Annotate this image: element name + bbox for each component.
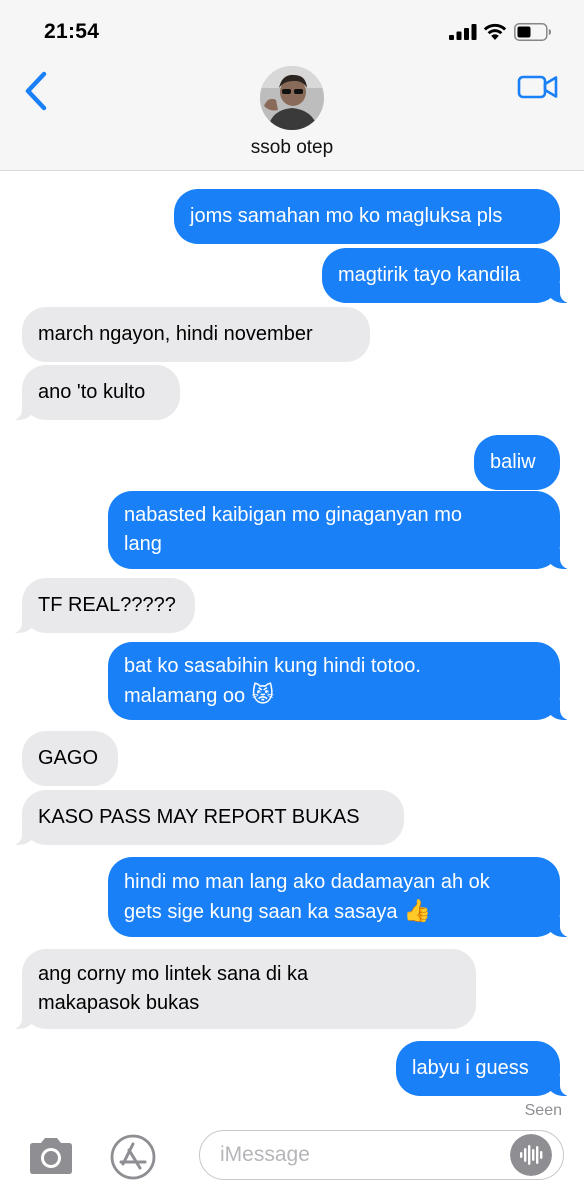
message-bubble-sent[interactable]: baliw: [474, 435, 560, 490]
message-text: TF REAL?????: [38, 594, 176, 616]
message-text: labyu i guess: [412, 1057, 529, 1079]
cellular-signal-icon: [449, 24, 477, 40]
message-text: KASO PASS MAY REPORT BUKAS: [38, 806, 360, 828]
message-text-line: makapasok bukas: [38, 992, 200, 1014]
wifi-icon: [483, 23, 507, 40]
message-text: ano 'to kulto: [38, 381, 146, 403]
message-text: magtirik tayo kandila: [338, 264, 521, 286]
avatar-photo-icon: [260, 66, 324, 130]
message-text-line: hindi mo man lang ako dadamayan ah ok: [124, 871, 490, 893]
message-bubble-sent[interactable]: nabasted kaibigan mo ginaganyan mo lang: [108, 491, 572, 569]
message-text: baliw: [490, 451, 536, 473]
message-bubble-sent[interactable]: joms samahan mo ko magluksa pls: [174, 189, 560, 244]
app-store-icon[interactable]: [110, 1134, 156, 1180]
contact-avatar[interactable]: [260, 66, 324, 130]
message-text: joms samahan mo ko magluksa pls: [190, 205, 503, 227]
message-bubble-sent[interactable]: magtirik tayo kandila: [322, 248, 572, 303]
thumbs-up-emoji: 👍: [403, 899, 431, 924]
message-bubble-sent[interactable]: labyu i guess: [396, 1041, 572, 1096]
camera-icon[interactable]: [26, 1136, 76, 1176]
message-text-line: gets sige kung saan ka sasaya: [124, 901, 398, 923]
message-text-line: lang: [124, 533, 162, 555]
message-bubble-sent[interactable]: bat ko sasabihin kung hindi totoo. malam…: [108, 642, 572, 720]
message-bubble-received[interactable]: march ngayon, hindi november: [22, 307, 370, 362]
back-chevron-icon[interactable]: [22, 70, 52, 112]
message-text-line: malamang oo: [124, 685, 246, 707]
message-bubble-received[interactable]: GAGO: [22, 731, 118, 786]
conversation-header: 21:54 ssob otep: [0, 0, 584, 171]
message-text-line: bat ko sasabihin kung hindi totoo.: [124, 655, 421, 677]
facetime-video-icon[interactable]: [517, 72, 559, 102]
battery-icon: [514, 23, 551, 41]
contact-name[interactable]: ssob otep: [0, 137, 584, 159]
pouting-cat-emoji: 😾: [251, 683, 275, 708]
message-bubble-received[interactable]: ano 'to kulto: [10, 365, 180, 420]
message-text-line: nabasted kaibigan mo ginaganyan mo: [124, 504, 463, 526]
message-text: GAGO: [38, 747, 99, 769]
message-bubble-sent[interactable]: hindi mo man lang ako dadamayan ah ok ge…: [108, 857, 572, 937]
status-time: 21:54: [44, 20, 100, 43]
message-text-line: ang corny mo lintek sana di ka: [38, 963, 309, 985]
message-bubble-received[interactable]: TF REAL?????: [10, 578, 195, 633]
audio-waveform-icon[interactable]: [510, 1134, 552, 1176]
message-bubble-received[interactable]: KASO PASS MAY REPORT BUKAS: [10, 790, 404, 845]
read-receipt: Seen: [524, 1102, 562, 1119]
message-bubble-received[interactable]: ang corny mo lintek sana di ka makapasok…: [10, 949, 476, 1029]
message-text: march ngayon, hindi november: [38, 323, 313, 345]
